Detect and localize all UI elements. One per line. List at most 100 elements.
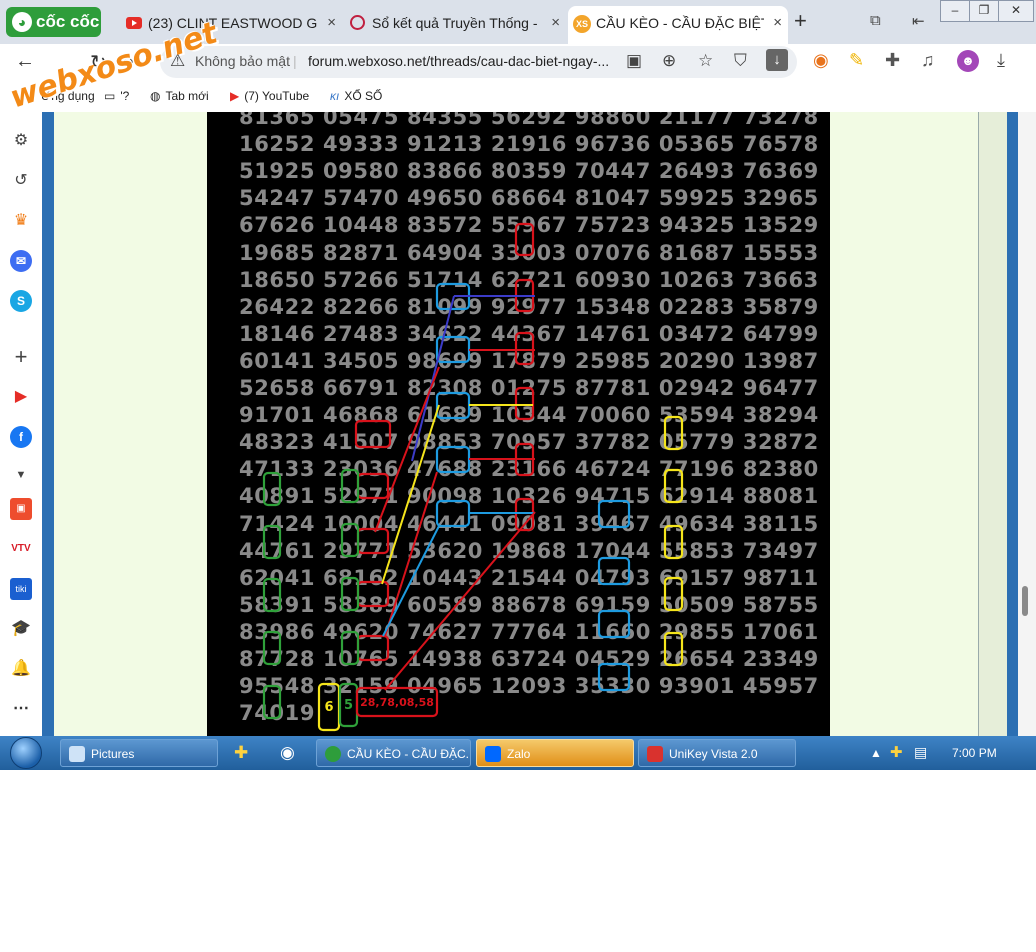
annotation-overlay: 6 5 28,78,08,58 — [262, 222, 684, 732]
back-arrow-icon[interactable]: ← — [15, 50, 35, 73]
blue-box — [435, 499, 471, 528]
taskbar-label: UniKey Vista 2.0 — [669, 747, 758, 761]
bookmark-youtube[interactable]: ▶ (7) YouTube — [230, 89, 309, 103]
taskbar-pictures[interactable]: Pictures — [60, 739, 218, 767]
blue-connector — [411, 295, 455, 462]
note-green: 5 — [344, 698, 353, 713]
url-text[interactable]: forum.webxoso.net/threads/cau-dac-biet-n… — [308, 53, 609, 69]
unikey-icon — [647, 746, 663, 762]
star-icon[interactable]: ☆ — [698, 51, 713, 71]
pencil-icon[interactable]: ✎ — [849, 50, 864, 71]
tab-so-ket-qua[interactable]: Sổ kết quả Truyền Thống - × — [344, 6, 566, 44]
tray-app-icon[interactable]: ✚ — [890, 743, 903, 761]
close-icon[interactable]: × — [551, 6, 560, 40]
close-icon[interactable]: × — [773, 6, 782, 40]
right-blue-edge — [1007, 112, 1018, 736]
shopee-icon[interactable]: ▣ — [10, 498, 32, 520]
tab-label: CẦU KÈO - CẦU ĐẶC BIỆT — [596, 15, 764, 31]
scrollbar[interactable] — [1018, 112, 1036, 736]
taskbar-unikey[interactable]: UniKey Vista 2.0 — [638, 739, 796, 767]
youtube-icon — [126, 17, 142, 29]
maximize-button[interactable]: ❐ — [969, 0, 999, 22]
yellow-box — [663, 468, 684, 504]
chrome-icon[interactable]: ◉ — [280, 743, 295, 763]
shield-icon[interactable]: ⛉ — [734, 51, 747, 71]
yellow-box — [663, 524, 684, 560]
notification-blocked-icon[interactable]: ▣ — [626, 51, 642, 71]
extensions-icon[interactable]: ✚ — [885, 50, 900, 71]
graduation-cap-icon[interactable]: 🎓 — [10, 618, 32, 640]
facebook-icon[interactable]: f — [10, 426, 32, 448]
zoom-icon[interactable]: ⊕ — [662, 51, 676, 71]
red-box — [356, 527, 390, 555]
green-box — [340, 576, 360, 612]
blue-connector — [382, 525, 440, 637]
number-board: 81365 05475 84355 56292 98860 21177 7327… — [207, 112, 830, 736]
webxoso-icon — [350, 15, 365, 30]
download-page-icon[interactable]: ↓ — [766, 49, 788, 71]
red-box — [356, 580, 390, 608]
red-box — [514, 222, 535, 257]
scrollbar-thumb[interactable] — [1022, 586, 1028, 616]
taskbar-label: Pictures — [91, 747, 135, 761]
more-icon[interactable]: ⋯ — [10, 698, 32, 720]
green-box — [340, 522, 360, 558]
skype-icon[interactable]: S — [10, 290, 32, 312]
folder-icon: ▭ — [104, 89, 116, 103]
green-box — [262, 524, 282, 560]
coccoc-logo[interactable]: ◕ cốc cốc — [6, 7, 101, 37]
tiki-icon[interactable]: tiki — [10, 578, 32, 600]
bookmark-label: (7) YouTube — [244, 89, 310, 103]
messenger-icon[interactable]: ✉ — [10, 250, 32, 272]
blue-box — [597, 556, 631, 586]
new-tab-button[interactable]: + — [794, 8, 807, 34]
profile-avatar[interactable]: ☻ — [957, 50, 979, 72]
bookmark-tab-moi[interactable]: ◍ Tab mới — [150, 89, 209, 103]
green-box — [340, 468, 360, 504]
note-yellow: 6 — [324, 700, 333, 715]
red-box — [514, 331, 535, 366]
taskbar-coccoc[interactable]: CẦU KÈO - CẦU ĐẶC... — [316, 739, 471, 767]
vtv-icon[interactable]: VTV — [10, 538, 32, 560]
bookmark-folder[interactable]: ▭ '? — [104, 89, 129, 103]
green-box — [262, 630, 282, 666]
coccoc-ext-icon[interactable]: ◉ — [813, 50, 829, 71]
xs-icon: XS — [573, 15, 591, 33]
start-button[interactable] — [4, 736, 44, 770]
download-icon[interactable]: ⤓ — [997, 50, 1005, 71]
zalo-icon — [485, 746, 501, 762]
green-box — [262, 471, 282, 507]
network-icon[interactable]: ▤ — [914, 744, 927, 761]
youtube-icon: ▶ — [230, 89, 240, 103]
address-bar[interactable]: ⚠ Không bảo mật | forum.webxoso.net/thre… — [160, 46, 797, 78]
taskbar-zalo[interactable]: Zalo — [476, 739, 634, 767]
bookmarks-bar: ⋮⋮ Ứng dụng ▭ '? ◍ Tab mới ▶ (7) YouTube ĸı X… — [0, 80, 1036, 113]
red-box — [356, 472, 390, 500]
green-box — [262, 577, 282, 613]
blue-box — [597, 499, 631, 529]
divider: | — [293, 53, 297, 69]
coccoc-icon: ◕ — [12, 12, 32, 32]
tray-arrow-icon[interactable]: ▲ — [870, 746, 882, 760]
bell-icon[interactable]: 🔔 — [10, 658, 32, 680]
close-window-button[interactable]: ✕ — [998, 0, 1034, 22]
close-icon[interactable]: × — [327, 6, 336, 40]
brand-label: cốc cốc — [36, 12, 100, 31]
minimize-button[interactable]: – — [940, 0, 970, 22]
pinned-app-icon[interactable]: ✚ — [234, 743, 248, 763]
add-icon[interactable]: + — [10, 346, 32, 368]
tab-cau-keo[interactable]: XS CẦU KÈO - CẦU ĐẶC BIỆT × — [568, 6, 788, 44]
clock[interactable]: 7:00 PM — [952, 746, 997, 760]
settings-gear-icon[interactable]: ⚙ — [10, 130, 32, 152]
red-connector — [384, 511, 536, 691]
bookmark-xoso[interactable]: ĸı XỔ SỐ — [330, 89, 382, 103]
playlist-icon[interactable]: ♫ — [921, 50, 935, 71]
cast-icon[interactable]: ⧉ — [870, 12, 881, 29]
chevron-down-icon[interactable]: ▼ — [10, 464, 32, 486]
history-icon[interactable]: ↺ — [10, 170, 32, 192]
security-label[interactable]: Không bảo mật — [195, 53, 290, 69]
menu-arrow-icon[interactable]: ⇤ — [912, 12, 925, 30]
youtube-icon[interactable]: ▶ — [10, 386, 32, 408]
red-box — [514, 386, 535, 421]
crown-icon[interactable]: ♛ — [10, 210, 32, 232]
